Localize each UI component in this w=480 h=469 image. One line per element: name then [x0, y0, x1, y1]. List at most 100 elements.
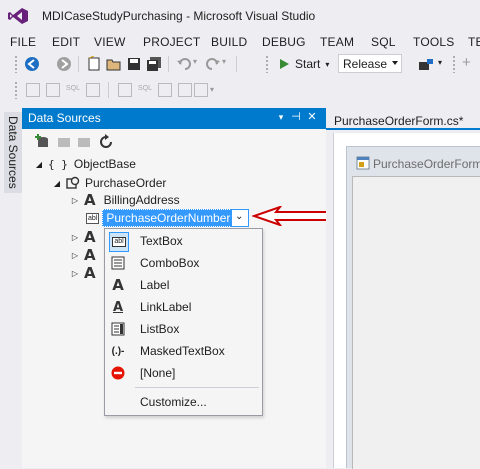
panel-toolbar	[22, 129, 326, 153]
redo-icon[interactable]	[205, 56, 221, 72]
sql-toolbar: SQL SQL ▾	[0, 78, 480, 102]
chevron-down-icon[interactable]: ▾	[438, 58, 442, 67]
configure-icon[interactable]	[76, 134, 92, 150]
configuration-value: Release	[343, 57, 388, 71]
tree-node-purchaseorder[interactable]: ◢ PurchaseOrder	[52, 174, 166, 192]
menu-item-label: LinkLabel	[140, 300, 192, 314]
menu-debug[interactable]: DEBUG	[262, 35, 306, 49]
standard-toolbar: ▾ ▾	[0, 52, 480, 76]
open-file-icon[interactable]	[106, 56, 122, 72]
solution-configuration-select[interactable]: Release	[338, 54, 402, 73]
menu-team-explorer[interactable]: TE	[468, 35, 480, 49]
tree-node-collapsed[interactable]: ▷ A	[70, 246, 96, 264]
menu-item-linklabel[interactable]: A LinkLabel	[105, 296, 260, 318]
collapse-icon[interactable]: ◢	[52, 179, 62, 188]
toolbar-grip[interactable]	[14, 55, 18, 73]
panel-title: Data Sources	[28, 111, 101, 125]
table-icon[interactable]	[178, 83, 192, 97]
grid-icon[interactable]	[86, 83, 100, 97]
toolbar-grip[interactable]	[265, 55, 269, 73]
menu-item-label: ComboBox	[140, 256, 200, 270]
label-icon: A	[84, 264, 96, 282]
menu-project[interactable]: PROJECT	[143, 35, 200, 49]
start-debugging-button[interactable]: Start ▾	[278, 55, 329, 73]
menu-view[interactable]: VIEW	[94, 35, 125, 49]
chevron-down-icon[interactable]: ▾	[210, 85, 214, 94]
redo-dropdown-icon[interactable]: ▾	[222, 57, 226, 66]
menu-separator	[135, 387, 259, 388]
edit-dataset-icon[interactable]	[56, 134, 72, 150]
label-icon: A	[84, 191, 96, 209]
menu-item-label[interactable]: A Label	[105, 274, 260, 296]
forward-icon[interactable]	[56, 56, 72, 72]
table-icon[interactable]	[194, 83, 208, 97]
menu-item-listbox[interactable]: ListBox	[105, 318, 260, 340]
sql-icon[interactable]: SQL	[138, 85, 152, 92]
form-icon	[356, 156, 370, 170]
label-icon: A	[84, 246, 96, 264]
tree-node-objectbase[interactable]: ◢ { } ObjectBase	[34, 155, 136, 173]
undo-dropdown-icon[interactable]: ▾	[193, 57, 197, 66]
tree-node-collapsed[interactable]: ▷ A	[70, 264, 96, 282]
tree-node-label: BillingAddress	[103, 193, 180, 207]
menu-item-label: MaskedTextBox	[140, 344, 225, 358]
add-data-source-icon[interactable]	[34, 134, 50, 150]
menu-item-label: Customize...	[140, 395, 207, 409]
expand-icon[interactable]: ▷	[70, 251, 80, 260]
menu-sql[interactable]: SQL	[371, 35, 396, 49]
attach-icon[interactable]	[418, 57, 434, 73]
data-sources-side-tab[interactable]: Data Sources	[4, 112, 22, 193]
close-icon[interactable]: ✕	[305, 110, 319, 123]
results-icon[interactable]	[118, 83, 132, 97]
chevron-down-icon[interactable]: ▾	[274, 112, 288, 123]
tree-node-billingaddress[interactable]: ▷ A BillingAddress	[70, 191, 180, 209]
sql-icon[interactable]: SQL	[66, 85, 80, 92]
menu-team[interactable]: TEAM	[320, 35, 354, 49]
expand-icon[interactable]: ▷	[70, 196, 80, 205]
maskedtextbox-icon: (.)-	[111, 345, 125, 357]
menu-item-maskedtextbox[interactable]: (.)- MaskedTextBox	[105, 340, 260, 362]
form-client-area[interactable]	[352, 176, 480, 469]
control-type-dropdown-button[interactable]: ⌄	[231, 209, 249, 227]
menu-item-textbox[interactable]: abl TextBox	[105, 230, 260, 252]
plus-icon[interactable]: +	[462, 54, 471, 71]
expand-icon[interactable]: ▷	[70, 269, 80, 278]
sql-query-icon[interactable]	[46, 83, 60, 97]
toolbar-grip[interactable]	[14, 81, 18, 99]
menu-item-label: ListBox	[140, 322, 180, 336]
back-icon[interactable]	[24, 56, 40, 72]
save-icon[interactable]	[126, 56, 142, 72]
menu-item-customize[interactable]: Customize...	[105, 391, 260, 413]
new-project-icon[interactable]	[86, 56, 102, 72]
sql-table-icon[interactable]	[26, 83, 40, 97]
document-tab[interactable]: PurchaseOrderForm.cs*	[328, 110, 480, 130]
selected-field-label: PurchaseOrderNumber	[102, 209, 235, 227]
menu-tools[interactable]: TOOLS	[413, 35, 454, 49]
menu-item-none[interactable]: [None]	[105, 362, 260, 384]
undo-icon[interactable]	[176, 56, 192, 72]
namespace-icon: { }	[48, 157, 68, 171]
tree-node-collapsed[interactable]: ▷ A	[70, 228, 96, 246]
toolbar-grip[interactable]	[452, 55, 456, 73]
tree-node-purchaseordernumber[interactable]: abl PurchaseOrderNumber	[86, 209, 235, 227]
grid-icon[interactable]	[158, 83, 172, 97]
visual-studio-logo-icon	[8, 8, 28, 24]
chevron-down-icon: ▾	[325, 59, 330, 69]
window-title: MDICaseStudyPurchasing - Microsoft Visua…	[42, 9, 316, 23]
menu-file[interactable]: FILE	[10, 35, 36, 49]
play-icon	[280, 59, 289, 69]
menu-item-combobox[interactable]: ComboBox	[105, 252, 260, 274]
pin-icon[interactable]: ⊣	[289, 110, 303, 123]
textbox-icon: abl	[109, 232, 129, 252]
combobox-icon	[110, 255, 126, 271]
menu-edit[interactable]: EDIT	[52, 35, 80, 49]
expand-icon[interactable]: ▷	[70, 233, 80, 242]
object-icon	[66, 176, 80, 189]
collapse-icon[interactable]: ◢	[34, 160, 44, 169]
refresh-icon[interactable]	[98, 134, 114, 150]
save-all-icon[interactable]	[146, 56, 162, 72]
chevron-down-icon	[392, 61, 398, 65]
form-title: PurchaseOrderForm	[373, 157, 480, 171]
tree-node-label: PurchaseOrder	[85, 176, 167, 190]
menu-build[interactable]: BUILD	[211, 35, 247, 49]
